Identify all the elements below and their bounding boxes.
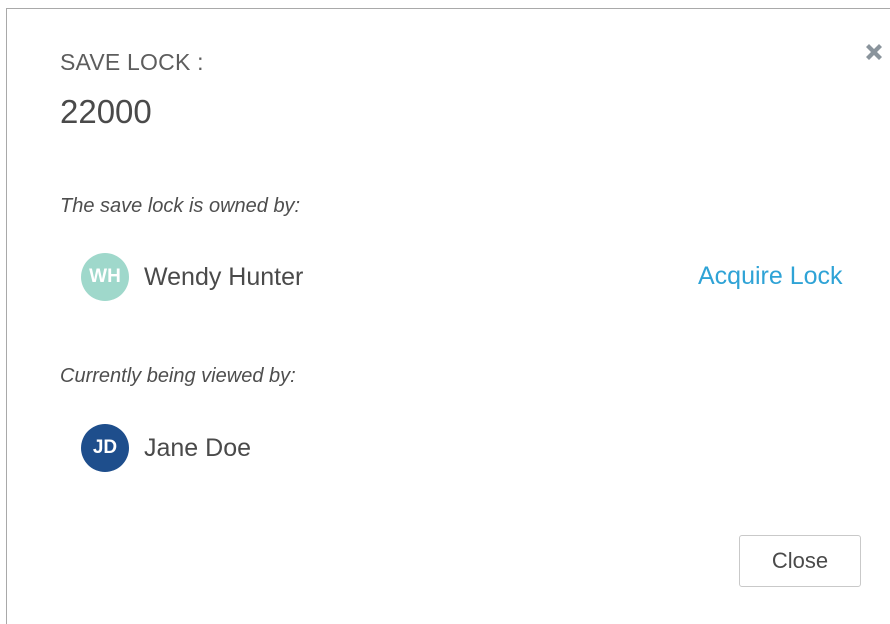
owner-row: WH Wendy Hunter <box>81 253 303 301</box>
viewer-avatar-initials: JD <box>92 437 118 458</box>
viewer-avatar: JD <box>81 424 129 472</box>
acquire-lock-link[interactable]: Acquire Lock <box>698 262 843 291</box>
owner-name: Wendy Hunter <box>144 262 304 291</box>
close-button[interactable]: Close <box>739 535 861 587</box>
close-x-icon-glyph <box>866 44 882 60</box>
owner-avatar: WH <box>81 253 129 301</box>
viewer-name: Jane Doe <box>144 433 252 462</box>
viewer-row: JD Jane Doe <box>81 424 251 472</box>
owner-avatar-initials: WH <box>89 266 121 287</box>
owner-section-label: The save lock is owned by: <box>60 195 301 217</box>
viewers-section-label: Currently being viewed by: <box>60 365 296 387</box>
lock-id-value: 22000 <box>60 93 152 130</box>
close-x-icon[interactable] <box>859 37 889 67</box>
save-lock-dialog: SAVE LOCK : 22000 The save lock is owned… <box>6 8 890 624</box>
dialog-title: SAVE LOCK : <box>60 49 204 75</box>
